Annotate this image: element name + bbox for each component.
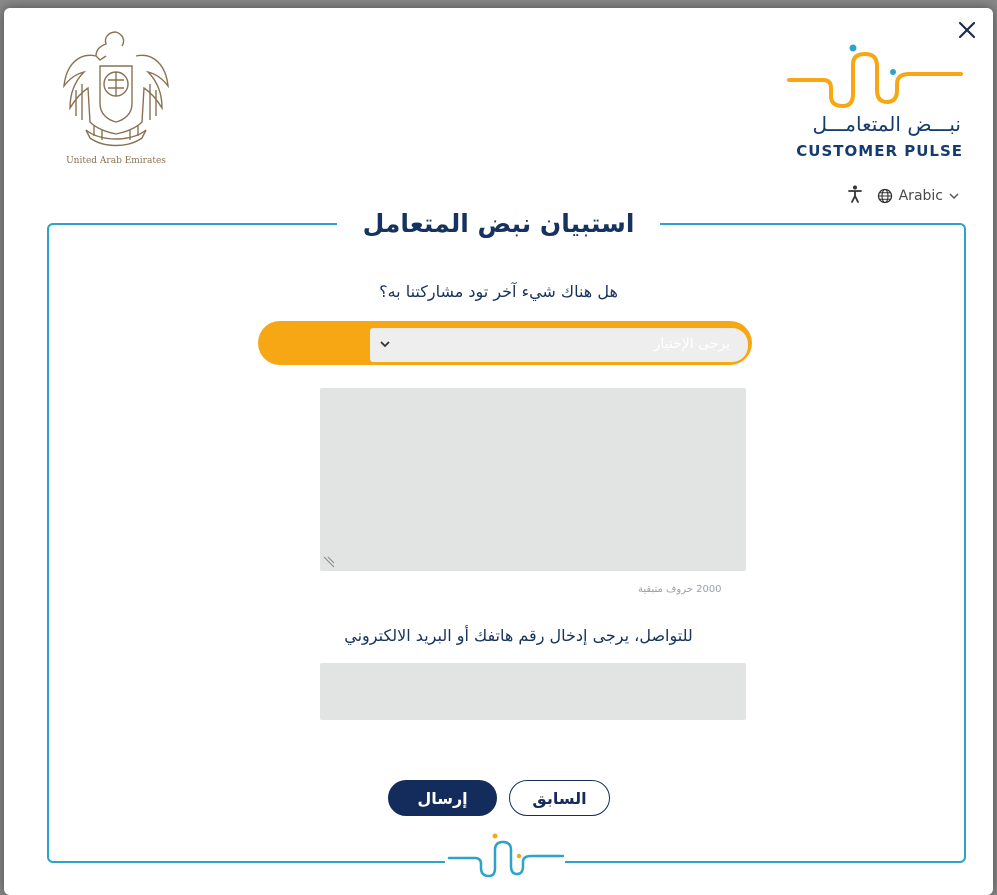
language-selector[interactable]: Arabic <box>877 188 959 204</box>
falcon-emblem-icon <box>63 31 169 147</box>
previous-button[interactable]: السابق <box>509 780 610 816</box>
chars-remaining: 2000 حروف متبقية <box>638 584 722 595</box>
customer-pulse-logo: نبـــض المتعامـــل CUSTOMER PULSE <box>787 34 963 164</box>
survey-dialog: United Arab Emirates نبـــض المتعامـــل … <box>4 8 993 895</box>
pulse-wave-icon <box>787 44 963 109</box>
dropdown-value: يرجى الإختيار <box>653 336 730 352</box>
globe-icon <box>877 188 892 204</box>
language-label: Arabic <box>898 188 943 204</box>
contact-input[interactable] <box>320 663 746 720</box>
dropdown-highlight: يرجى الإختيار <box>258 321 752 365</box>
accessibility-icon <box>847 185 862 203</box>
uae-emblem-logo <box>56 26 176 174</box>
question-text: هل هناك شيء آخر تود مشاركتنا به؟ <box>379 282 618 301</box>
emblem-caption: United Arab Emirates <box>66 156 166 166</box>
answer-dropdown[interactable]: يرجى الإختيار <box>370 328 748 362</box>
chevron-down-icon <box>380 341 390 348</box>
pulse-wave-icon <box>447 833 565 878</box>
contact-label: للتواصل، يرجى إدخال رقم هاتفك أو البريد … <box>344 626 693 645</box>
survey-title: استبيان نبض المتعامل <box>336 205 661 243</box>
resize-grip-icon[interactable] <box>322 555 336 569</box>
comment-textarea[interactable] <box>320 388 746 571</box>
logo-english-text: CUSTOMER PULSE <box>796 142 963 160</box>
bottom-pulse-mark <box>445 828 565 880</box>
accessibility-button[interactable] <box>847 185 863 207</box>
chevron-down-icon <box>949 193 959 199</box>
submit-button[interactable]: إرسال <box>388 780 497 816</box>
logo-arabic-text: نبـــض المتعامـــل <box>812 112 961 136</box>
